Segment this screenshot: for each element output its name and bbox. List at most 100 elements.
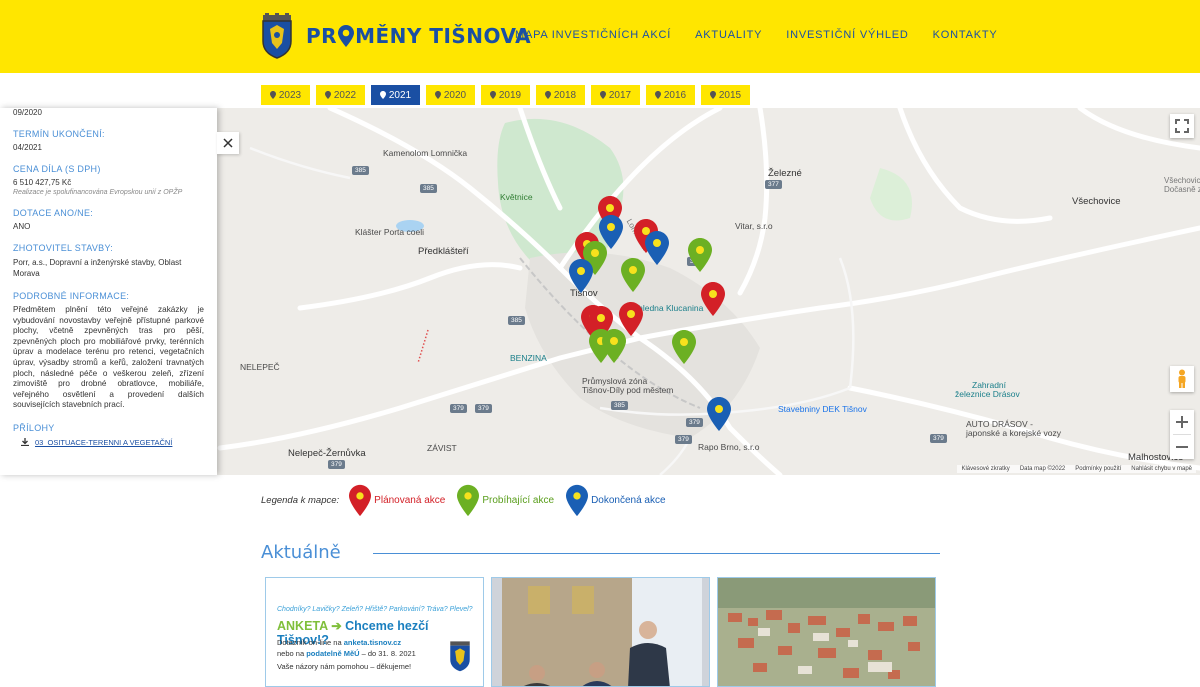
map-label-predklasteri: Předklášteří [418, 246, 469, 257]
anketa-word: ANKETA [277, 619, 328, 633]
map-pin-icon [489, 91, 496, 99]
plus-icon [1176, 416, 1188, 428]
map-label-zavist: ZÁVIST [427, 443, 457, 453]
road-shield: 379 [686, 418, 703, 427]
fullscreen-icon [1175, 119, 1189, 133]
news-card-aerial[interactable] [717, 577, 936, 687]
project-marker-green[interactable] [621, 258, 645, 292]
year-tab-2017[interactable]: 2017 [591, 85, 640, 105]
road-shield: 385 [611, 401, 628, 410]
attrib-report[interactable]: Nahlásit chybu v mapě [1131, 466, 1192, 472]
attachment-link[interactable]: 03_OSITUACE-TERENNI A VEGETAČNÍ [21, 438, 204, 447]
year-tab-2019[interactable]: 2019 [481, 85, 530, 105]
road-shield: 379 [930, 434, 947, 443]
map-label-rapo: Rapo Brno, s.r.o [698, 442, 760, 452]
zoom-in-button[interactable] [1176, 410, 1188, 434]
legend-done: Dokončená akce [566, 484, 666, 517]
map-label-vsechovice: Všechovice [1072, 196, 1121, 207]
year-tab-2021[interactable]: 2021 [371, 85, 420, 105]
map-marker-icon [569, 259, 593, 293]
year-tab-2022[interactable]: 2022 [316, 85, 365, 105]
project-marker-blue[interactable] [569, 259, 593, 293]
map-label-zelezne: Železné [768, 168, 802, 179]
map-legend: Legenda k mapce: Plánovaná akce Probíhaj… [261, 483, 678, 517]
road-shield: 377 [765, 180, 782, 189]
logo-text-suffix: MĚNY TIŠNOVA [355, 24, 532, 48]
attrib-shortcuts[interactable]: Klávesové zkratky [961, 466, 1009, 472]
price-value: 6 510 427,75 Kč [13, 178, 72, 187]
news-card-anketa[interactable]: Chodníky? Lavičky? Zeleň? Hřiště? Parkov… [265, 577, 484, 687]
town-crest-icon [262, 13, 292, 59]
project-marker-red[interactable] [701, 282, 725, 316]
map-marker-icon [707, 397, 731, 431]
end-date-value: 04/2021 [13, 143, 42, 152]
anketa-topics: Chodníky? Lavičky? Zeleň? Hřiště? Parkov… [277, 606, 473, 613]
map-label-nelepec: NELEPEČ [240, 362, 280, 372]
map-label-zahradni-2: železnice Drásov [955, 389, 1020, 399]
start-date-value: 09/2020 [13, 108, 42, 117]
road-shield: 379 [328, 460, 345, 469]
logo-text-prefix: PR [306, 24, 338, 48]
pin-icon [338, 25, 355, 47]
legend-planned-label: Plánovaná akce [374, 494, 446, 506]
nav-link-kontakty[interactable]: KONTAKTY [933, 29, 998, 41]
year-tab-2016[interactable]: 2016 [646, 85, 695, 105]
road-shield: 385 [352, 166, 369, 175]
year-tab-2020[interactable]: 2020 [426, 85, 475, 105]
blue-marker-icon [566, 484, 589, 516]
nav-link-mapa[interactable]: MAPA INVESTIČNÍCH AKCÍ [515, 29, 671, 41]
map-label-auto-2: japonské a korejské vozy [966, 428, 1061, 438]
close-panel-button[interactable] [217, 132, 239, 154]
map-pin-icon [379, 91, 386, 99]
aerial-town-photo [718, 578, 935, 686]
road-shield: 385 [420, 184, 437, 193]
project-marker-green[interactable] [602, 329, 626, 363]
map-marker-icon [621, 258, 645, 292]
map-label-vitar: Vitar, s.r.o [735, 221, 773, 231]
year-tab-label: 2015 [718, 89, 742, 101]
legend-title: Legenda k mapce: [261, 494, 340, 506]
details-label: PODROBNÉ INFORMACE: [13, 291, 130, 301]
map-pin-icon [654, 91, 661, 99]
news-card-press[interactable] [491, 577, 710, 687]
map-marker-icon [672, 330, 696, 364]
year-tab-label: 2020 [443, 89, 467, 101]
attrib-data: Data map ©2022 [1019, 466, 1066, 472]
news-section-title: Aktuálně [261, 542, 341, 563]
map-label-stavebniny: Stavebniny DEK Tišnov [778, 404, 867, 414]
map-label-klaster: Klášter Porta coeli [355, 227, 424, 237]
town-crest-icon [450, 641, 470, 672]
end-date-label: TERMÍN UKONČENÍ: [13, 129, 105, 139]
street-view-pegman[interactable] [1170, 366, 1194, 392]
map-label-prumyslova-2: Tišnov-Díly pod městem [582, 385, 674, 395]
nav-link-aktuality[interactable]: AKTUALITY [695, 29, 762, 41]
map-label-kvetnice: Květnice [500, 192, 533, 202]
site-logo[interactable]: PR MĚNY TIŠNOVA [260, 12, 531, 60]
legend-ongoing: Probíhající akce [457, 484, 554, 517]
year-tab-2023[interactable]: 2023 [261, 85, 310, 105]
main-nav: MAPA INVESTIČNÍCH AKCÍ AKTUALITY INVESTI… [515, 29, 998, 41]
fullscreen-button[interactable] [1170, 114, 1194, 138]
year-tab-label: 2022 [333, 89, 357, 101]
project-marker-green[interactable] [672, 330, 696, 364]
zoom-control [1170, 410, 1194, 459]
attachments-label: PŘÍLOHY [13, 422, 55, 433]
green-marker-icon [457, 484, 480, 516]
project-marker-green[interactable] [688, 238, 712, 272]
year-tab-label: 2023 [278, 89, 302, 101]
anketa-online: Dotazník on-line na anketa.tisnov.cz [277, 638, 402, 647]
year-tab-2015[interactable]: 2015 [701, 85, 750, 105]
logo-wordmark: PR MĚNY TIŠNOVA [306, 24, 531, 48]
project-marker-blue[interactable] [645, 231, 669, 265]
project-marker-blue[interactable] [707, 397, 731, 431]
map-label-benzina: BENZINA [510, 353, 547, 363]
zoom-out-button[interactable] [1176, 435, 1188, 459]
year-tabs: 2023 2022 2021 2020 2019 2018 2017 2016 2015 [261, 85, 750, 105]
project-info-panel: 09/2020 TERMÍN UKONČENÍ: 04/2021 CENA DÍ… [0, 108, 217, 475]
year-tab-2018[interactable]: 2018 [536, 85, 585, 105]
map-label-kamenolom: Kamenolom Lomnička [383, 148, 468, 158]
attrib-terms[interactable]: Podmínky použití [1075, 466, 1121, 472]
contractor-value: Porr, a.s., Dopravní a inženýrské stavby… [13, 258, 182, 278]
red-marker-icon [349, 484, 372, 516]
nav-link-vyhled[interactable]: INVESTIČNÍ VÝHLED [786, 29, 908, 41]
